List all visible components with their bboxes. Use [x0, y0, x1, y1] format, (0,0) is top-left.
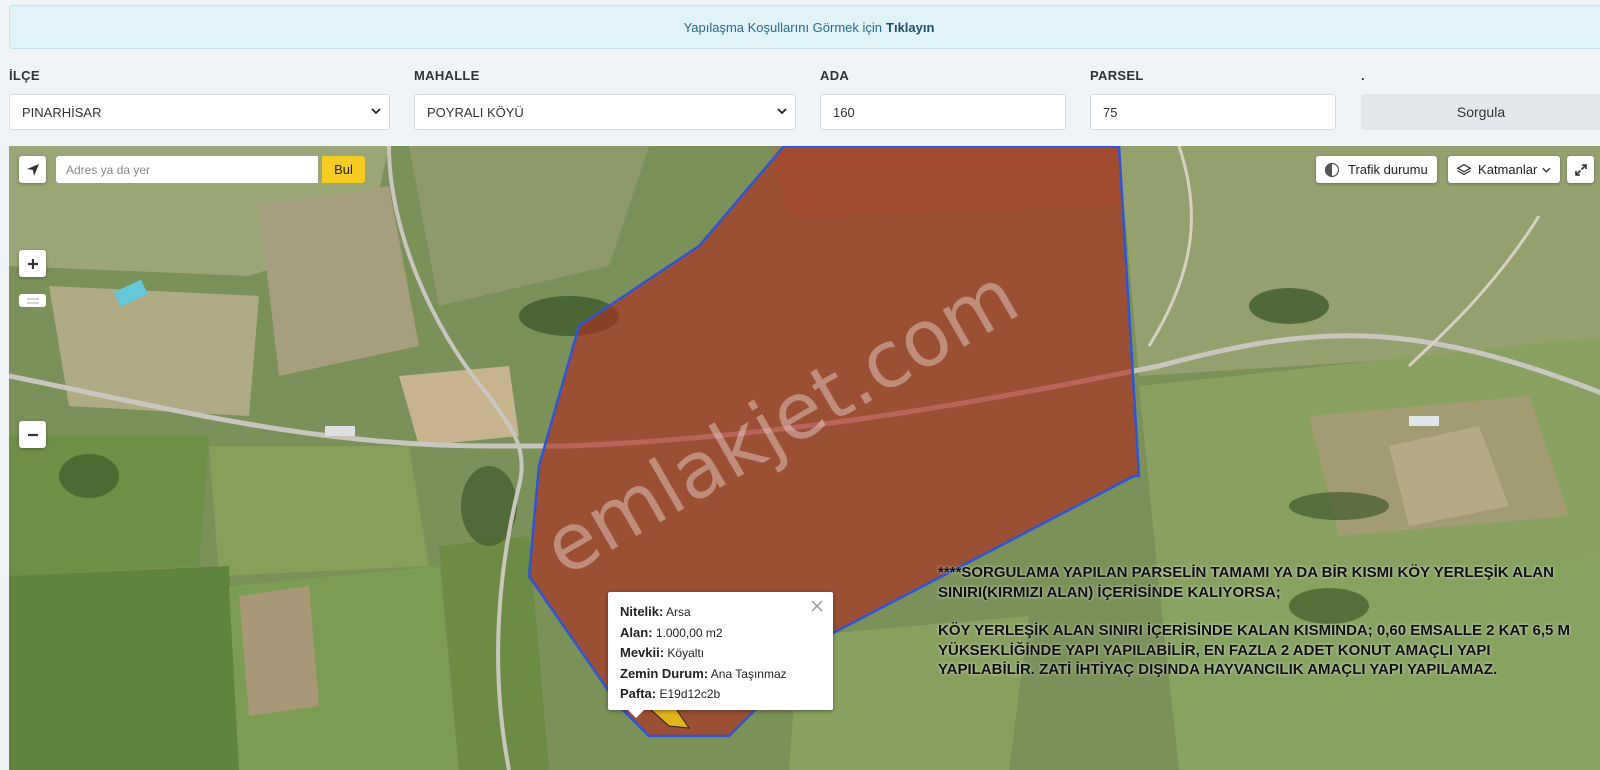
map-view[interactable]: emlakjet.com Adres ya da yer Bul Trafik …	[9, 146, 1600, 770]
ada-input[interactable]: 160	[820, 94, 1066, 130]
mahalle-select-value: POYRALI KÖYÜ	[427, 104, 524, 120]
building-conditions-banner[interactable]: Yapılaşma Koşullarını Görmek için Tıklay…	[9, 5, 1600, 49]
plus-icon	[27, 258, 38, 269]
popup-pointer	[628, 710, 644, 718]
layers-label: Katmanlar	[1478, 162, 1538, 177]
parsel-input-value: 75	[1103, 104, 1118, 120]
locate-button[interactable]	[19, 156, 46, 183]
zoning-note-line2: KÖY YERLEŞİK ALAN SINIRI İÇERİSİNDE KALA…	[938, 622, 1571, 678]
ilce-label: İLÇE	[9, 68, 40, 83]
locate-arrow-icon	[26, 163, 39, 176]
banner-text: Yapılaşma Koşullarını Görmek için	[683, 19, 883, 35]
ilce-select-value: PINARHİSAR	[22, 104, 102, 120]
traffic-toggle-button[interactable]: Trafik durumu	[1316, 156, 1437, 183]
zoning-note-line1: ****SORGULAMA YAPILAN PARSELİN TAMAMI YA…	[938, 564, 1554, 601]
popup-row-alan: Alan: 1.000,00 m2	[620, 623, 821, 644]
grip-icon	[26, 298, 39, 303]
popup-key: Zemin Durum:	[620, 665, 709, 681]
popup-key: Alan:	[620, 624, 653, 640]
popup-key: Pafta:	[620, 686, 657, 701]
popup-row-mevkii: Mevkii: Köyaltı	[620, 643, 821, 664]
mahalle-label: MAHALLE	[414, 68, 480, 83]
expand-icon	[1574, 163, 1587, 176]
traffic-label: Trafik durumu	[1348, 162, 1428, 177]
ada-label: ADA	[820, 68, 850, 83]
zoom-slider-handle[interactable]	[19, 294, 46, 307]
sorgula-label: .	[1361, 68, 1365, 83]
popup-value: 1.000,00 m2	[655, 625, 723, 640]
zoom-in-button[interactable]	[19, 250, 46, 277]
ilce-select[interactable]: PINARHİSAR	[9, 94, 390, 130]
search-placeholder: Adres ya da yer	[66, 162, 151, 177]
zoom-out-button[interactable]	[19, 421, 46, 448]
search-button[interactable]: Bul	[322, 156, 365, 183]
popup-key: Nitelik:	[620, 604, 664, 619]
ada-input-value: 160	[833, 104, 855, 120]
mahalle-select[interactable]: POYRALI KÖYÜ	[414, 94, 796, 130]
parsel-label: PARSEL	[1090, 68, 1144, 83]
popup-row-zemin: Zemin Durum: Ana Taşınmaz	[620, 664, 821, 685]
fullscreen-button[interactable]	[1567, 156, 1594, 183]
popup-value: Ana Taşınmaz	[710, 666, 787, 681]
parsel-input[interactable]: 75	[1090, 94, 1336, 130]
chevron-down-icon	[1542, 167, 1551, 173]
popup-key: Mevkii:	[620, 645, 665, 660]
address-search-input[interactable]: Adres ya da yer	[56, 156, 318, 183]
chevron-down-icon	[371, 108, 381, 115]
zoning-note: ****SORGULAMA YAPILAN PARSELİN TAMAMI YA…	[938, 563, 1578, 680]
close-icon[interactable]	[809, 598, 825, 614]
traffic-icon	[1324, 162, 1340, 177]
popup-value: E19d12c2b	[659, 687, 721, 701]
minus-icon	[27, 433, 38, 436]
popup-value: Köyaltı	[667, 646, 705, 660]
layers-icon	[1456, 163, 1472, 175]
popup-value: Arsa	[666, 605, 691, 619]
popup-row-pafta: Pafta: E19d12c2b	[620, 684, 821, 705]
popup-row-nitelik: Nitelik: Arsa	[620, 602, 821, 623]
parcel-info-popup: Nitelik: Arsa Alan: 1.000,00 m2 Mevkii: …	[608, 592, 833, 718]
banner-link[interactable]: Tıklayın	[886, 20, 934, 35]
chevron-down-icon	[777, 108, 787, 115]
sorgula-button[interactable]: Sorgula	[1361, 94, 1600, 130]
layers-dropdown-button[interactable]: Katmanlar	[1448, 156, 1560, 183]
